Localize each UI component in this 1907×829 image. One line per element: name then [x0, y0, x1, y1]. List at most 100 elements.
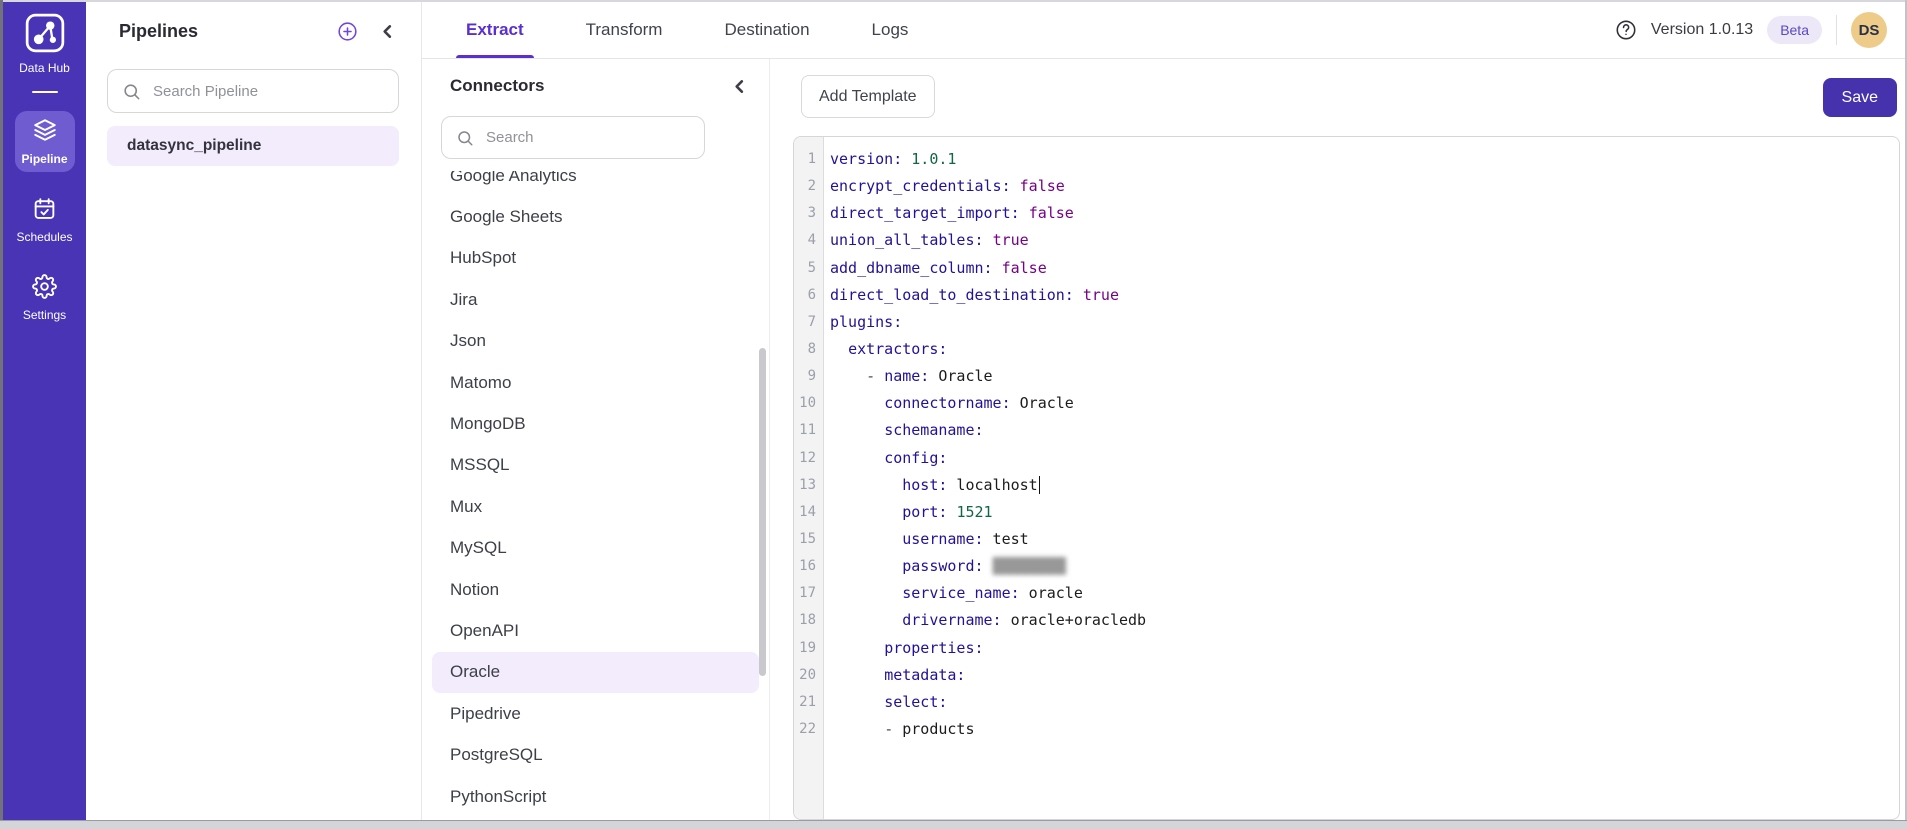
- search-icon: [124, 83, 140, 99]
- tab-label: Extract: [466, 20, 524, 39]
- connector-item-pipedrive[interactable]: Pipedrive: [432, 693, 759, 734]
- code-token: properties:: [884, 638, 984, 657]
- add-template-button[interactable]: Add Template: [801, 75, 935, 118]
- code-token: oracle: [1019, 584, 1083, 603]
- help-button[interactable]: [1615, 19, 1637, 41]
- connector-search-input[interactable]: [486, 129, 690, 146]
- connector-item-google-sheets[interactable]: Google Sheets: [432, 196, 759, 237]
- code-token: union_all_tables:: [830, 231, 984, 250]
- code-token: 1.0.1: [911, 150, 957, 168]
- code-line[interactable]: host: localhost: [830, 472, 1899, 499]
- connector-item-pythonscript[interactable]: PythonScript: [432, 776, 759, 817]
- code-line[interactable]: extractors:: [830, 336, 1899, 363]
- help-icon: [1616, 20, 1636, 40]
- code-line[interactable]: connectorname: Oracle: [830, 390, 1899, 417]
- add-pipeline-button[interactable]: [337, 21, 358, 42]
- connector-item-json[interactable]: Json: [432, 321, 759, 362]
- code-line[interactable]: - products: [830, 716, 1899, 743]
- connector-item-mux[interactable]: Mux: [432, 486, 759, 527]
- connector-item-mssql[interactable]: MSSQL: [432, 445, 759, 486]
- code-line[interactable]: version: 1.0.1: [830, 146, 1899, 173]
- code-token: true: [1082, 285, 1119, 304]
- connector-item-oracle[interactable]: Oracle: [432, 651, 759, 694]
- tab-list: Extract Transform Destination Logs: [422, 2, 960, 58]
- calendar-check-icon: [32, 196, 57, 226]
- window-frame-left: [0, 0, 3, 820]
- code-line[interactable]: port: 1521: [830, 499, 1899, 526]
- user-avatar[interactable]: DS: [1851, 12, 1887, 48]
- connector-item-matomo[interactable]: Matomo: [432, 362, 759, 403]
- connector-item-mongodb[interactable]: MongoDB: [432, 403, 759, 444]
- code-line[interactable]: direct_target_import: false: [830, 200, 1899, 227]
- code-token: config:: [884, 448, 948, 467]
- connector-list: Google Analytics Google Sheets HubSpot Jira…: [422, 171, 769, 820]
- code-line[interactable]: plugins:: [830, 309, 1899, 336]
- code-line[interactable]: service_name: oracle: [830, 580, 1899, 607]
- connector-item-openapi[interactable]: OpenAPI: [432, 610, 759, 651]
- collapse-pipelines-button[interactable]: [380, 24, 395, 39]
- app-window: Data Hub Pipeline Schedules Settings Pipel…: [0, 0, 1907, 829]
- editor-gutter: 1 2 3 4 5 6 7 8 9 10 11 12 13 14 15 16 17 18 19 20 21 22: [794, 137, 824, 819]
- code-token: add_dbname_column:: [830, 258, 993, 277]
- connector-item-notion[interactable]: Notion: [432, 569, 759, 610]
- connector-item-postgresql[interactable]: PostgreSQL: [432, 734, 759, 775]
- line-number: 7: [807, 313, 816, 330]
- connector-search-box: [441, 116, 705, 159]
- tab-transform[interactable]: Transform: [576, 2, 673, 58]
- code-token: metadata:: [884, 665, 966, 684]
- code-token: select:: [884, 692, 948, 711]
- tab-logs[interactable]: Logs: [862, 2, 919, 58]
- data-hub-logo-icon[interactable]: [24, 12, 66, 59]
- sidebar-item-pipeline[interactable]: Pipeline: [14, 111, 75, 172]
- code-line[interactable]: metadata:: [830, 662, 1899, 689]
- code-line[interactable]: - name: Oracle: [830, 363, 1899, 390]
- code-line[interactable]: password: █████████: [830, 553, 1899, 580]
- code-line[interactable]: config:: [830, 445, 1899, 472]
- sidebar-divider: [31, 91, 58, 93]
- code-line[interactable]: username: test: [830, 526, 1899, 553]
- save-button[interactable]: Save: [1822, 78, 1897, 117]
- code-token: version:: [830, 150, 903, 168]
- line-number: 12: [799, 449, 816, 466]
- code-line[interactable]: properties:: [830, 635, 1899, 662]
- search-icon: [458, 130, 473, 145]
- code-token: localhost: [947, 475, 1038, 494]
- sidebar-item-label: Schedules: [16, 230, 73, 244]
- code-token: -: [866, 367, 885, 386]
- code-token: false: [1001, 258, 1047, 277]
- connector-item-jira[interactable]: Jira: [432, 279, 759, 320]
- code-line[interactable]: add_dbname_column: false: [830, 255, 1899, 282]
- sidebar-item-schedules[interactable]: Schedules: [15, 190, 75, 250]
- code-line[interactable]: direct_load_to_destination: true: [830, 282, 1899, 309]
- code-token: service_name:: [902, 584, 1020, 603]
- code-line[interactable]: select:: [830, 689, 1899, 716]
- code-token: password:: [902, 557, 984, 576]
- tab-bar: Extract Transform Destination Logs Version …: [422, 2, 1905, 59]
- tab-extract[interactable]: Extract: [456, 2, 534, 58]
- connector-item-mysql[interactable]: MySQL: [432, 528, 759, 569]
- editor-code-pane[interactable]: version: 1.0.1 encrypt_credentials: false…: [824, 137, 1899, 819]
- plus-circle-icon: [338, 21, 357, 41]
- connector-item-hubspot[interactable]: HubSpot: [432, 238, 759, 279]
- connectors-scrollbar[interactable]: [759, 348, 766, 676]
- line-number: 5: [807, 259, 816, 276]
- code-line[interactable]: schemaname:: [830, 417, 1899, 444]
- code-token: direct_load_to_destination:: [830, 285, 1074, 304]
- connectors-title: Connectors: [450, 76, 545, 95]
- code-line[interactable]: drivername: oracle+oracledb: [830, 607, 1899, 634]
- line-number: 3: [807, 205, 816, 222]
- collapse-connectors-button[interactable]: [732, 79, 747, 94]
- tab-destination[interactable]: Destination: [714, 2, 819, 58]
- pipeline-search-input[interactable]: [153, 82, 384, 100]
- connector-item-google-analytics[interactable]: Google Analytics: [432, 171, 759, 196]
- code-line[interactable]: union_all_tables: true: [830, 227, 1899, 254]
- sidebar-item-settings[interactable]: Settings: [15, 268, 75, 328]
- code-line[interactable]: encrypt_credentials: false: [830, 173, 1899, 200]
- pipeline-list-item[interactable]: datasync_pipeline: [107, 126, 399, 166]
- line-number: 18: [799, 612, 816, 629]
